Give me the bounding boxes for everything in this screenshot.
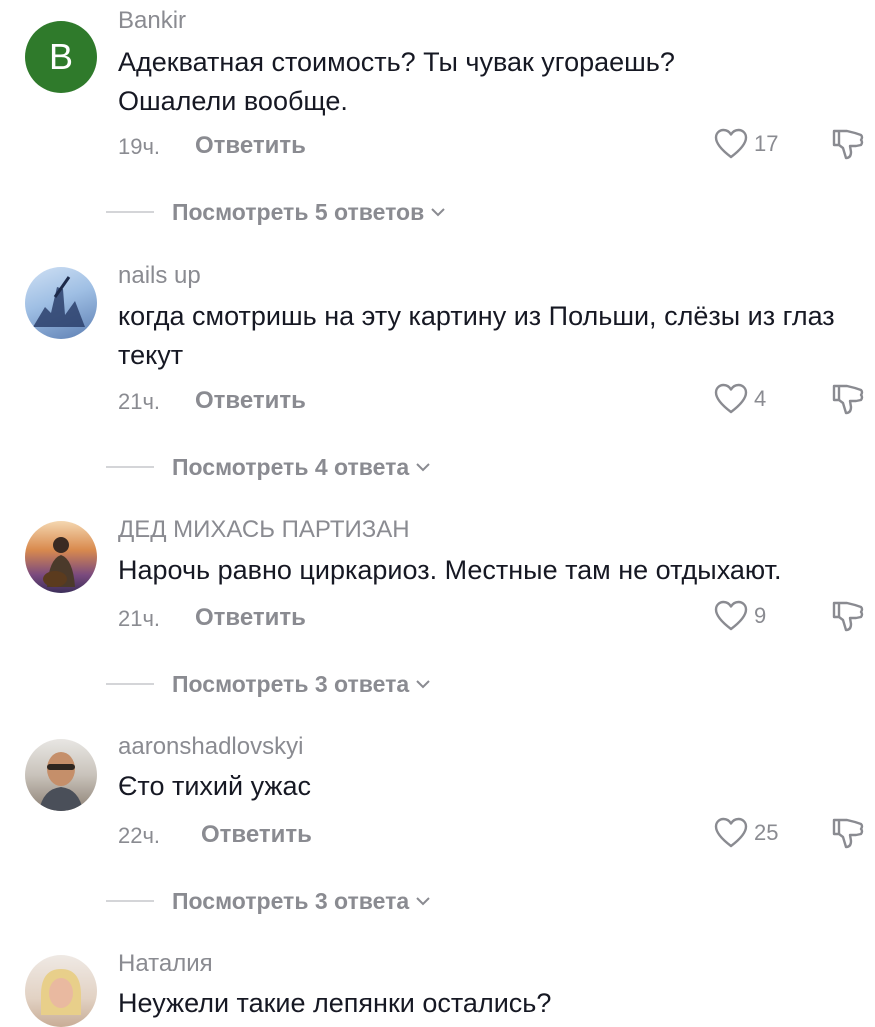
reply-button[interactable]: Ответить bbox=[195, 387, 306, 415]
view-replies-button[interactable]: Посмотреть 3 ответа bbox=[106, 886, 431, 916]
view-replies-label: Посмотреть 4 ответа bbox=[172, 453, 410, 480]
heart-icon bbox=[714, 128, 748, 159]
comment-time: 21ч. bbox=[118, 389, 161, 414]
avatar[interactable] bbox=[25, 267, 97, 339]
comment-time: 19ч. bbox=[118, 134, 161, 159]
like-button[interactable]: 4 bbox=[714, 381, 766, 417]
chevron-down-icon bbox=[416, 897, 430, 906]
reply-button[interactable]: Ответить bbox=[195, 604, 306, 632]
comment-meta: 22ч. Ответить 25 bbox=[118, 817, 864, 851]
chevron-down-icon bbox=[416, 680, 430, 689]
view-replies-label: Посмотреть 5 ответов bbox=[172, 198, 425, 225]
divider-line bbox=[106, 211, 154, 213]
view-replies-label: Посмотреть 3 ответа bbox=[172, 670, 410, 697]
comment-username[interactable]: Bankir bbox=[118, 7, 186, 35]
avatar-image bbox=[33, 276, 85, 327]
comment-meta: 21ч. Ответить 4 bbox=[118, 383, 864, 417]
avatar-letter: B bbox=[48, 36, 73, 77]
avatar-image bbox=[43, 537, 75, 587]
like-button[interactable]: 25 bbox=[714, 815, 778, 851]
like-button[interactable]: 17 bbox=[714, 126, 778, 162]
divider-line bbox=[106, 683, 154, 685]
reply-button[interactable]: Ответить bbox=[195, 132, 306, 160]
dislike-icon[interactable] bbox=[830, 598, 864, 634]
comment-text: когда смотришь на эту картину из Польши,… bbox=[118, 301, 835, 370]
comment-username[interactable]: Наталия bbox=[118, 950, 213, 978]
comment-time: 21ч. bbox=[118, 606, 161, 631]
comment-text: Адекватная стоимость? Ты чувак угораешь?… bbox=[118, 47, 675, 116]
comment-username[interactable]: aaronshadlovskyi bbox=[118, 733, 303, 761]
view-replies-button[interactable]: Посмотреть 4 ответа bbox=[106, 452, 431, 482]
comment-text: Нарочь равно циркариоз. Местные там не о… bbox=[118, 555, 782, 585]
heart-icon bbox=[714, 600, 748, 631]
like-count: 9 bbox=[754, 603, 767, 628]
like-button[interactable]: 9 bbox=[714, 598, 766, 634]
dislike-icon[interactable] bbox=[830, 381, 864, 417]
like-count: 17 bbox=[754, 131, 779, 156]
view-replies-button[interactable]: Посмотреть 3 ответа bbox=[106, 669, 431, 699]
avatar[interactable] bbox=[25, 521, 97, 593]
avatar[interactable] bbox=[25, 739, 97, 811]
avatar[interactable]: B bbox=[25, 21, 97, 93]
chevron-down-icon bbox=[431, 208, 445, 217]
comment-time: 22ч. bbox=[118, 823, 161, 848]
divider-line bbox=[106, 900, 154, 902]
avatar[interactable] bbox=[25, 955, 97, 1027]
avatar-image bbox=[39, 752, 83, 811]
comment-username[interactable]: nails up bbox=[118, 262, 201, 290]
comment-username[interactable]: ДЕД МИХАСЬ ПАРТИЗАН bbox=[118, 516, 410, 544]
view-replies-button[interactable]: Посмотреть 5 ответов bbox=[106, 197, 446, 227]
like-count: 25 bbox=[754, 820, 779, 845]
view-replies-label: Посмотреть 3 ответа bbox=[172, 887, 410, 914]
comment-text: Єто тихий ужас bbox=[118, 771, 311, 801]
comment-meta: 19ч. Ответить 17 bbox=[118, 128, 864, 162]
reply-button[interactable]: Ответить bbox=[201, 821, 312, 849]
dislike-icon[interactable] bbox=[830, 815, 864, 851]
comment-meta: 21ч. Ответить 9 bbox=[118, 600, 864, 634]
like-count: 4 bbox=[754, 386, 767, 411]
chevron-down-icon bbox=[416, 463, 430, 472]
divider-line bbox=[106, 466, 154, 468]
heart-icon bbox=[714, 383, 748, 414]
dislike-icon[interactable] bbox=[830, 126, 864, 162]
heart-icon bbox=[714, 817, 748, 848]
avatar-image bbox=[41, 969, 81, 1015]
comment-text: Неужели такие лепянки остались? bbox=[118, 988, 552, 1018]
